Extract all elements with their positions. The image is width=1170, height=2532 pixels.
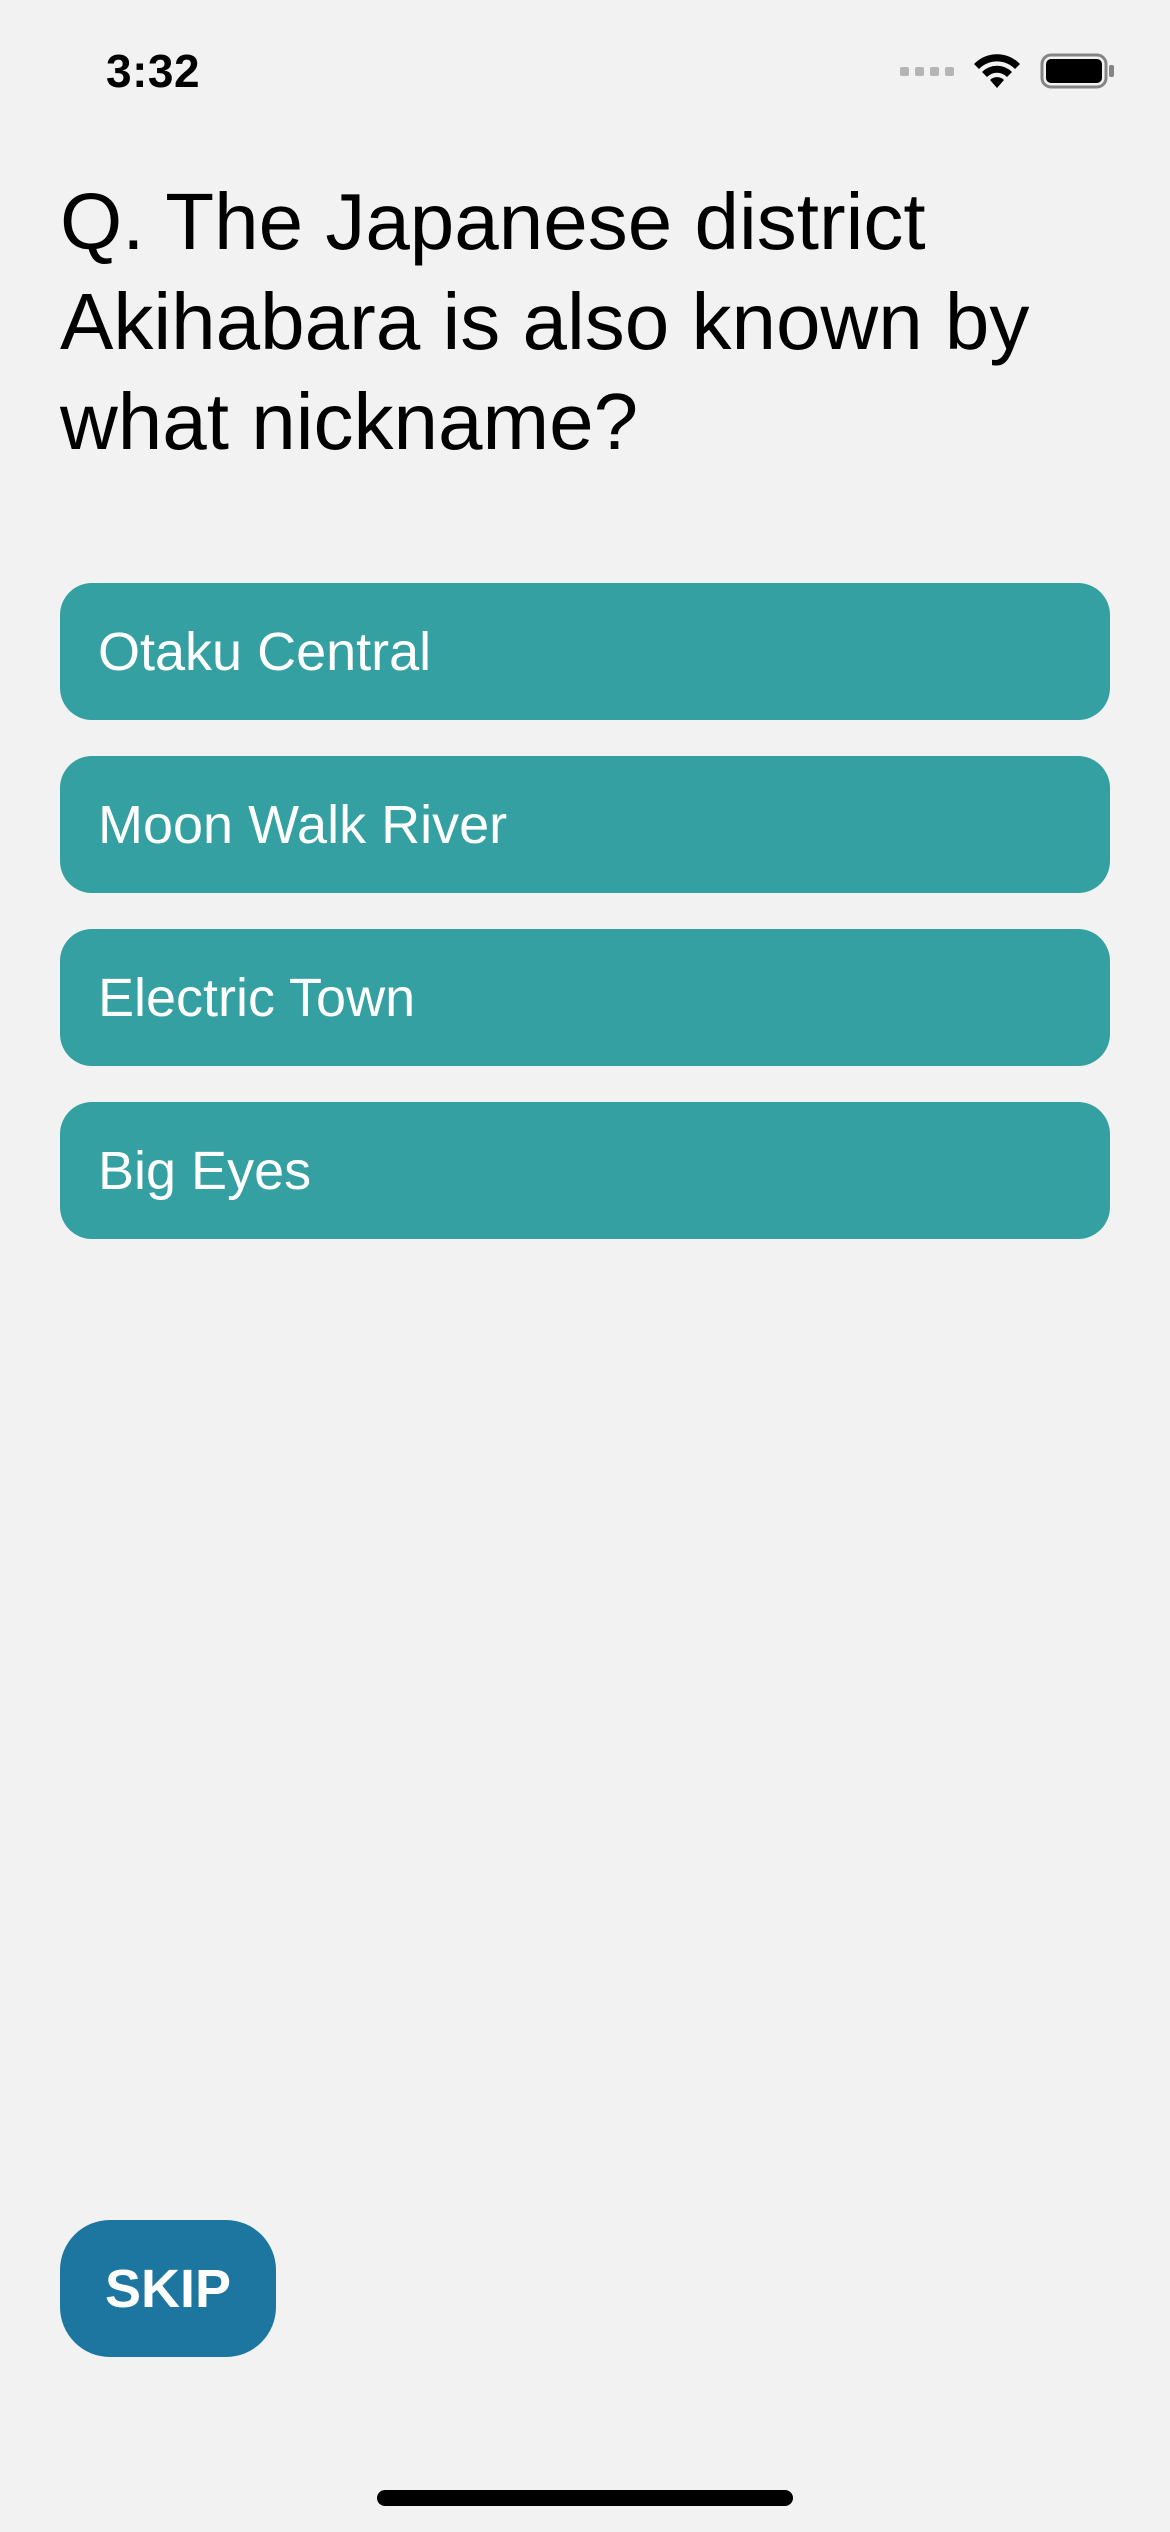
answer-list: Otaku Central Moon Walk River Electric T… — [60, 583, 1110, 1239]
signal-icon — [900, 66, 954, 76]
skip-button[interactable]: SKIP — [60, 2220, 276, 2357]
status-time: 3:32 — [106, 45, 201, 97]
skip-label: SKIP — [104, 2258, 232, 2319]
status-bar: 3:32 — [0, 0, 1170, 140]
answer-label: Moon Walk River — [98, 794, 508, 855]
battery-icon — [1040, 53, 1114, 89]
answer-button-4[interactable]: Big Eyes — [60, 1102, 1110, 1239]
question-text: Q. The Japanese district Akihabara is al… — [60, 177, 1030, 466]
status-icons — [900, 52, 1116, 90]
answer-label: Otaku Central — [98, 621, 432, 682]
answer-button-1[interactable]: Otaku Central — [60, 583, 1110, 720]
home-indicator[interactable] — [377, 2490, 793, 2506]
answer-label: Electric Town — [98, 967, 416, 1028]
answer-label: Big Eyes — [98, 1140, 312, 1201]
answer-button-2[interactable]: Moon Walk River — [60, 756, 1110, 893]
answer-button-3[interactable]: Electric Town — [60, 929, 1110, 1066]
wifi-icon — [974, 54, 1020, 88]
